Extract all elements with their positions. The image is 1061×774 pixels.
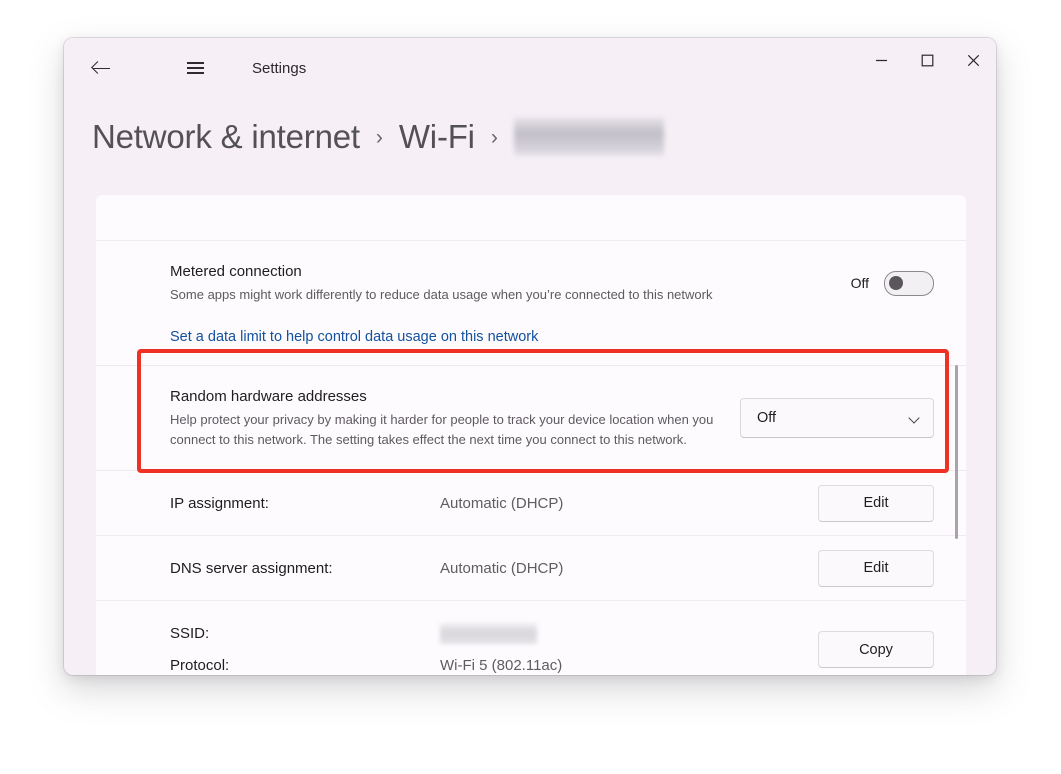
ip-assignment-value: Automatic (DHCP) bbox=[440, 494, 564, 512]
random-hardware-dropdown-value: Off bbox=[757, 410, 777, 426]
ip-assignment-row: IP assignment: Automatic (DHCP) Edit bbox=[96, 471, 966, 535]
breadcrumb-separator-icon: › bbox=[490, 126, 498, 149]
ssid-value-redacted bbox=[440, 622, 537, 644]
protocol-label: Protocol: bbox=[170, 656, 230, 674]
ip-assignment-edit-button[interactable]: Edit bbox=[818, 484, 934, 522]
network-details-copy-button[interactable]: Copy bbox=[818, 631, 934, 668]
ip-assignment-card: IP assignment: Automatic (DHCP) Edit bbox=[96, 471, 966, 536]
content-scrollbar[interactable] bbox=[952, 199, 962, 675]
dns-assignment-edit-button[interactable]: Edit bbox=[818, 549, 934, 587]
navigation-menu-button[interactable] bbox=[172, 38, 218, 98]
dns-assignment-row: DNS server assignment: Automatic (DHCP) … bbox=[96, 536, 966, 600]
close-button[interactable] bbox=[950, 38, 996, 82]
ssid-label: SSID: bbox=[170, 624, 210, 642]
partial-card-top bbox=[96, 195, 966, 241]
scrollbar-thumb[interactable] bbox=[955, 365, 958, 539]
random-hardware-text: Random hardware addresses Help protect y… bbox=[170, 386, 740, 450]
ip-assignment-label: IP assignment: bbox=[170, 494, 269, 512]
dns-assignment-card: DNS server assignment: Automatic (DHCP) … bbox=[96, 536, 966, 601]
network-details-labels: SSID: Protocol: bbox=[170, 617, 440, 675]
metered-connection-text: Metered connection Some apps might work … bbox=[170, 261, 851, 305]
breadcrumb-item-network-name-redacted bbox=[513, 118, 664, 156]
toggle-knob bbox=[889, 275, 903, 290]
settings-window: Settings Network & internet › Wi-Fi › Me… bbox=[64, 38, 996, 675]
metered-connection-toggle-state: Off bbox=[850, 275, 869, 291]
minimize-button[interactable] bbox=[858, 38, 904, 82]
random-hardware-addresses-card: Random hardware addresses Help protect y… bbox=[96, 366, 966, 471]
app-title: Settings bbox=[252, 59, 307, 77]
data-limit-link-row: Set a data limit to help control data us… bbox=[96, 323, 966, 365]
metered-connection-row: Metered connection Some apps might work … bbox=[96, 241, 966, 323]
back-button[interactable] bbox=[78, 38, 124, 98]
random-hardware-dropdown[interactable]: Off bbox=[740, 398, 934, 438]
random-hardware-description: Help protect your privacy by making it h… bbox=[170, 412, 714, 447]
breadcrumb-separator-icon: › bbox=[375, 126, 383, 149]
screen: Settings Network & internet › Wi-Fi › Me… bbox=[0, 0, 1061, 774]
metered-connection-description: Some apps might work differently to redu… bbox=[170, 287, 713, 302]
maximize-button[interactable] bbox=[904, 38, 950, 82]
breadcrumb-item-wifi[interactable]: Wi-Fi bbox=[399, 118, 475, 156]
protocol-value: Wi-Fi 5 (802.11ac) bbox=[440, 656, 563, 674]
network-details-card: SSID: Protocol: Wi-Fi 5 (802.11ac) Copy bbox=[96, 601, 966, 675]
metered-connection-toggle-group: Off bbox=[850, 270, 934, 296]
breadcrumb-item-network-internet[interactable]: Network & internet bbox=[92, 118, 360, 156]
random-hardware-addresses-row: Random hardware addresses Help protect y… bbox=[96, 366, 966, 470]
set-data-limit-link[interactable]: Set a data limit to help control data us… bbox=[170, 329, 538, 345]
network-details-values: Wi-Fi 5 (802.11ac) bbox=[440, 617, 818, 675]
breadcrumb: Network & internet › Wi-Fi › bbox=[92, 98, 664, 176]
arrow-left-icon bbox=[92, 60, 110, 77]
metered-connection-toggle[interactable] bbox=[884, 270, 934, 296]
network-details-row: SSID: Protocol: Wi-Fi 5 (802.11ac) Copy bbox=[96, 601, 966, 675]
settings-content-panel: Metered connection Some apps might work … bbox=[96, 195, 966, 675]
close-icon bbox=[967, 54, 979, 66]
minimize-icon bbox=[875, 59, 887, 61]
metered-connection-card: Metered connection Some apps might work … bbox=[96, 241, 966, 366]
metered-connection-title: Metered connection bbox=[170, 263, 302, 280]
title-bar: Settings bbox=[64, 38, 996, 98]
ssid-value-row bbox=[440, 617, 818, 649]
window-controls bbox=[858, 38, 996, 82]
random-hardware-title: Random hardware addresses bbox=[170, 388, 367, 405]
chevron-down-icon bbox=[909, 413, 920, 424]
maximize-icon bbox=[921, 54, 933, 66]
dns-assignment-label: DNS server assignment: bbox=[170, 559, 333, 577]
hamburger-menu-icon bbox=[186, 62, 204, 74]
dns-assignment-value: Automatic (DHCP) bbox=[440, 559, 564, 577]
